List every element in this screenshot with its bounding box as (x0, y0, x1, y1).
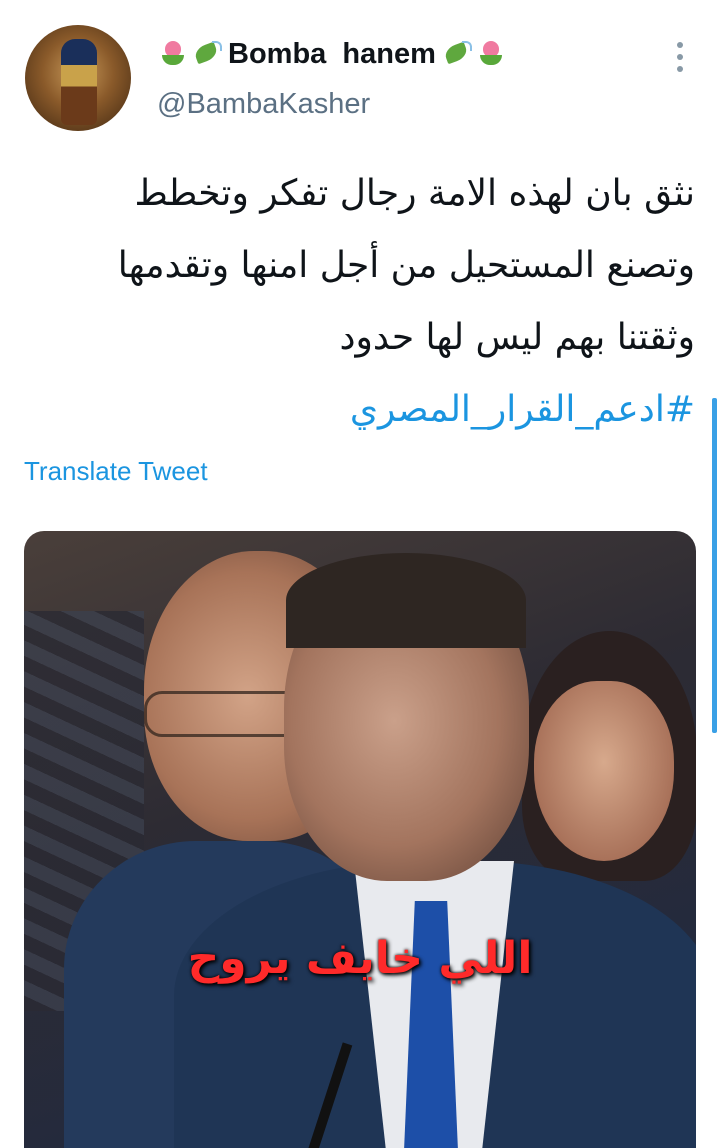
tulip-icon (158, 39, 188, 69)
tweet-text-line: نثق بان لهذه الامة رجال تفكر وتخطط (134, 173, 695, 214)
avatar-figure (61, 39, 97, 125)
avatar[interactable] (25, 25, 131, 131)
tweet-text-line: وتصنع المستحيل من أجل امنها وتقدمها (117, 245, 695, 286)
leaf-icon (442, 39, 472, 69)
author-handle[interactable]: @BambaKasher (157, 88, 370, 121)
hashtag-link[interactable]: #ادعم_القرار_المصري (25, 374, 695, 446)
leaf-icon (192, 39, 222, 69)
scrollbar[interactable] (712, 398, 717, 733)
tweet-text: نثق بان لهذه الامة رجال تفكر وتخطط وتصنع… (25, 158, 695, 446)
tweet-text-line: وثقتنا بهم ليس لها حدود (339, 317, 695, 358)
author-display-name[interactable]: Bomba hanem (226, 38, 438, 71)
media-caption: اللي خايف يروح (187, 933, 533, 984)
translate-tweet-link[interactable]: Translate Tweet (24, 456, 208, 487)
author-name-row[interactable]: Bomba hanem (158, 34, 506, 74)
more-vertical-icon[interactable] (671, 42, 689, 72)
tulip-icon (476, 39, 506, 69)
tweet-media-image[interactable]: اللي خايف يروح (24, 531, 696, 1148)
